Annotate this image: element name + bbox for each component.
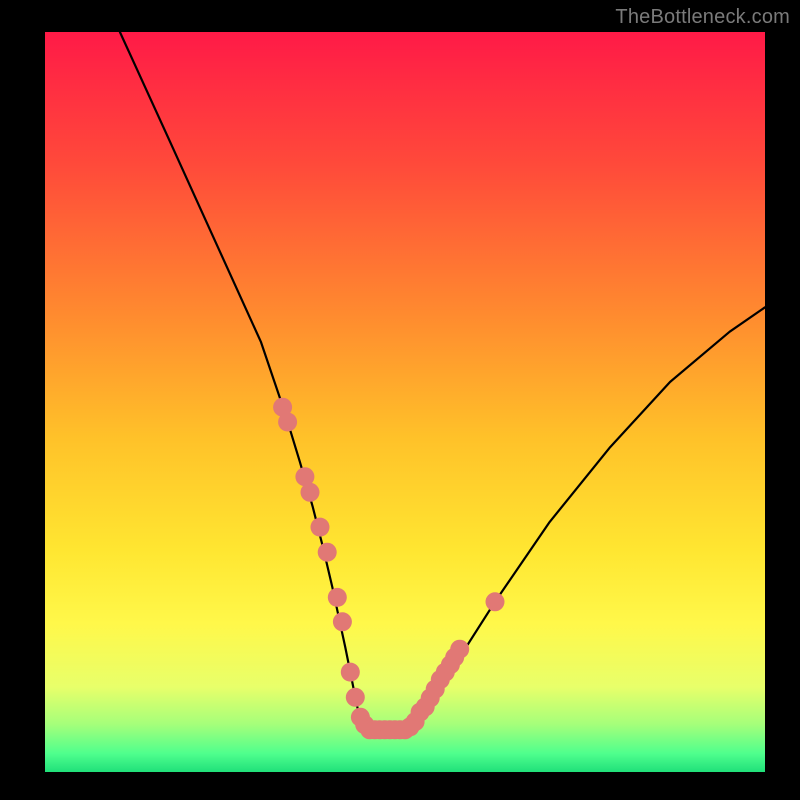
marker-dot-right	[486, 592, 505, 611]
marker-dot-left	[278, 413, 297, 432]
chart-stage: TheBottleneck.com	[0, 0, 800, 800]
marker-dot-right	[450, 640, 469, 659]
bottleneck-chart	[0, 0, 800, 800]
watermark-text: TheBottleneck.com	[615, 6, 790, 29]
marker-dot-left	[328, 588, 347, 607]
marker-dot-left	[318, 543, 337, 562]
marker-dot-left	[346, 688, 365, 707]
marker-dot-left	[301, 483, 320, 502]
marker-dot-left	[311, 518, 330, 537]
marker-dot-left	[333, 612, 352, 631]
plot-background	[45, 32, 765, 772]
marker-dot-left	[341, 663, 360, 682]
